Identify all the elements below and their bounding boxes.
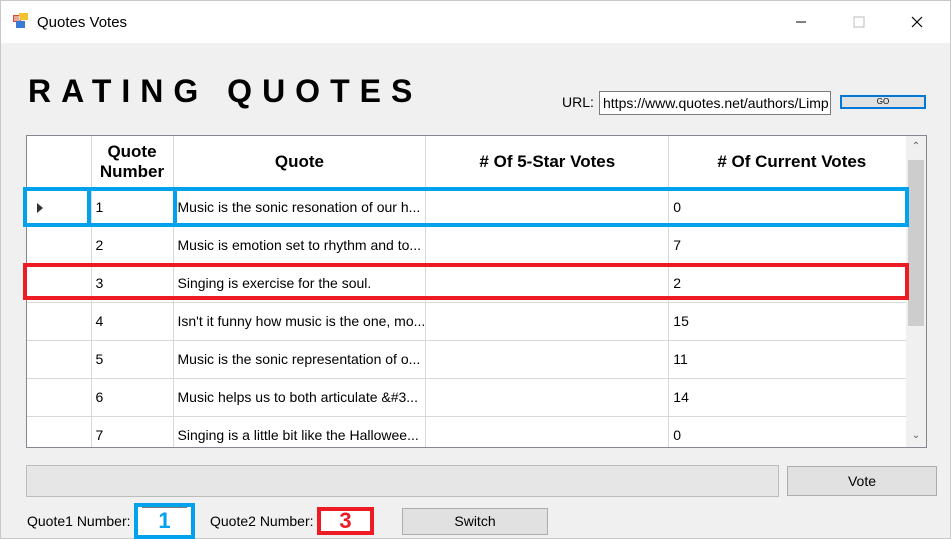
close-icon [911,16,923,28]
quote2-label: Quote2 Number: [210,513,314,529]
row-header[interactable] [27,378,92,417]
cell-five-star-votes[interactable] [425,188,670,227]
go-button[interactable]: GO [840,95,926,109]
row-header[interactable] [27,340,92,379]
cell-current-votes[interactable]: 7 [668,226,916,265]
table-row[interactable]: 2 Music is emotion set to rhythm and to.… [27,226,916,265]
cell-quote[interactable]: Music is the sonic representation of o..… [173,340,427,379]
title-bar: Quotes Votes [1,1,950,43]
cell-quote[interactable]: Music is the sonic resonation of our h..… [173,188,427,227]
row-header[interactable] [27,264,92,303]
quote1-label: Quote1 Number: [27,513,131,529]
cell-quote-number[interactable]: 6 [91,378,174,417]
column-header-quote[interactable]: Quote [173,136,427,189]
column-header-current-votes[interactable]: # Of Current Votes [668,136,916,189]
table-row[interactable]: 1 Music is the sonic resonation of our h… [27,188,916,227]
minimize-icon [796,21,806,23]
cell-five-star-votes[interactable] [425,302,670,341]
cell-quote-number[interactable]: 1 [91,188,174,227]
column-header-quote-number[interactable]: Quote Number [91,136,174,189]
app-window: Quotes Votes RATING QUOTES URL: https://… [0,0,951,539]
cell-current-votes[interactable]: 0 [668,188,916,227]
cell-quote-number[interactable]: 3 [91,264,174,303]
scroll-up-icon[interactable]: ⌃ [906,138,926,156]
maximize-button[interactable] [830,1,888,43]
cell-five-star-votes[interactable] [425,416,670,447]
url-input[interactable]: https://www.quotes.net/authors/Limp [599,91,831,115]
quotes-grid[interactable]: Quote Number Quote # Of 5-Star Votes # O… [26,135,927,448]
quote2-number-field[interactable]: 3 [317,507,374,535]
cell-quote-number[interactable]: 7 [91,416,174,447]
cell-current-votes[interactable]: 15 [668,302,916,341]
cell-five-star-votes[interactable] [425,226,670,265]
page-title: RATING QUOTES [28,73,423,109]
url-label: URL: [562,94,594,110]
row-header[interactable] [27,188,92,227]
header-row: Quote Number Quote # Of 5-Star Votes # O… [27,136,916,189]
row-header[interactable] [27,226,92,265]
quote1-input-edge [142,507,187,510]
table-row[interactable]: 3 Singing is exercise for the soul. 2 [27,264,916,303]
quote2-value: 3 [339,508,352,533]
switch-button[interactable]: Switch [402,508,548,535]
cell-quote[interactable]: Singing is a little bit like the Hallowe… [173,416,427,447]
cell-five-star-votes[interactable] [425,340,670,379]
window-title: Quotes Votes [37,14,128,31]
quotes-table: Quote Number Quote # Of 5-Star Votes # O… [27,136,916,447]
vote-button[interactable]: Vote [787,466,937,496]
vertical-scrollbar[interactable]: ⌃ ⌄ [906,136,926,447]
cell-quote-number[interactable]: 5 [91,340,174,379]
progress-bar [26,465,779,497]
table-row[interactable]: 5 Music is the sonic representation of o… [27,340,916,379]
quote1-number-field[interactable]: 1 [134,503,195,539]
cell-quote[interactable]: Singing is exercise for the soul. [173,264,427,303]
app-icon [13,13,28,28]
scroll-down-icon[interactable]: ⌄ [906,427,926,445]
cell-current-votes[interactable]: 2 [668,264,916,303]
table-row[interactable]: 7 Singing is a little bit like the Hallo… [27,416,916,447]
cell-five-star-votes[interactable] [425,264,670,303]
cell-quote[interactable]: Music helps us to both articulate &#3... [173,378,427,417]
row-header-corner [27,136,92,189]
maximize-icon [853,16,865,28]
close-button[interactable] [888,1,946,43]
table-row[interactable]: 6 Music helps us to both articulate &#3.… [27,378,916,417]
row-header[interactable] [27,302,92,341]
cell-quote[interactable]: Music is emotion set to rhythm and to... [173,226,427,265]
cell-quote-number[interactable]: 2 [91,226,174,265]
cell-current-votes[interactable]: 11 [668,340,916,379]
scroll-thumb[interactable] [908,160,924,326]
row-header[interactable] [27,416,92,447]
column-header-five-star-votes[interactable]: # Of 5-Star Votes [425,136,670,189]
cell-current-votes[interactable]: 14 [668,378,916,417]
table-row[interactable]: 4 Isn't it funny how music is the one, m… [27,302,916,341]
quote1-value: 1 [158,508,171,533]
current-row-arrow-icon [37,203,43,214]
cell-quote-number[interactable]: 4 [91,302,174,341]
minimize-button[interactable] [772,1,830,43]
cell-current-votes[interactable]: 0 [668,416,916,447]
cell-quote[interactable]: Isn't it funny how music is the one, mo.… [173,302,427,341]
cell-five-star-votes[interactable] [425,378,670,417]
